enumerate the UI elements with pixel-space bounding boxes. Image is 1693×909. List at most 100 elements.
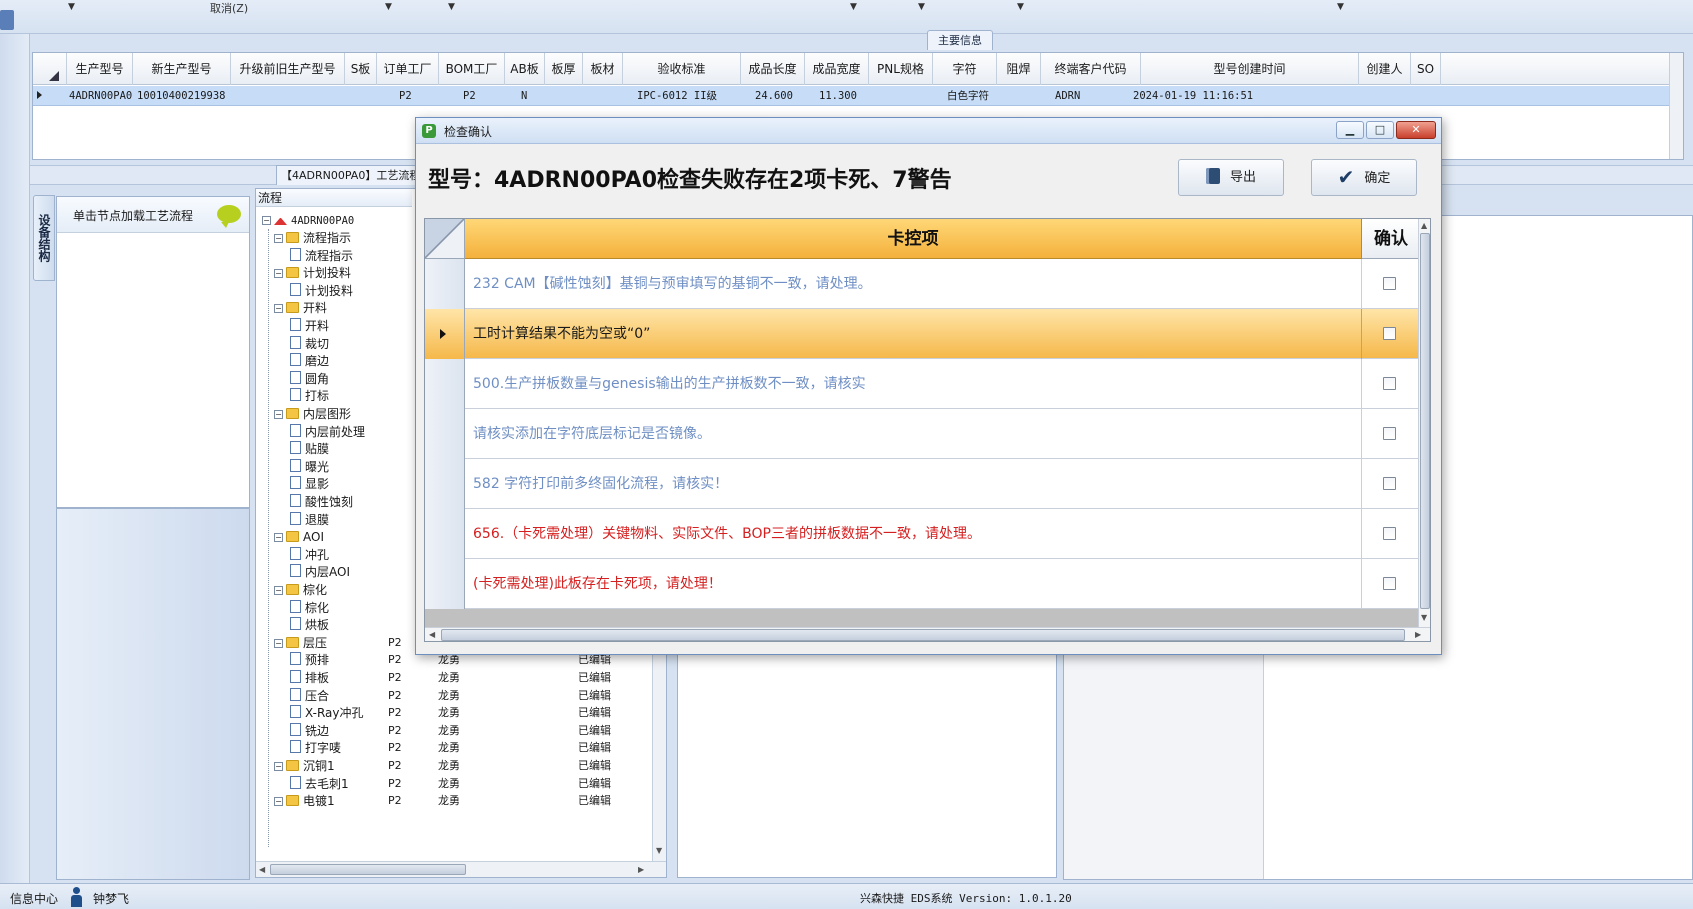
tree-cell-status[interactable]: 已编辑 bbox=[578, 669, 611, 687]
dropdown-arrow-icon[interactable]: ▼ bbox=[1337, 2, 1344, 12]
collapse-icon[interactable]: − bbox=[274, 304, 283, 314]
cell-order-factory[interactable]: P2 bbox=[399, 86, 412, 106]
tree-cell-status[interactable]: 已编辑 bbox=[578, 757, 611, 775]
tree-leaf-node[interactable]: 磨边 bbox=[290, 352, 329, 370]
tree-leaf-node[interactable]: 去毛刺1 bbox=[290, 775, 349, 793]
tree-cell-person[interactable]: 龙勇 bbox=[438, 792, 460, 810]
check-item-row[interactable]: 656.（卡死需处理）关键物料、实际文件、BOP三者的拼板数据不一致，请处理。 bbox=[425, 509, 1418, 559]
tree-cell-person[interactable]: 龙勇 bbox=[438, 757, 460, 775]
table-corner[interactable] bbox=[425, 219, 465, 259]
scroll-up-icon[interactable]: ▲ bbox=[1421, 221, 1427, 230]
tree-cell-factory[interactable]: P2 bbox=[388, 775, 402, 793]
tree-folder-node[interactable]: − 内层图形 bbox=[274, 405, 351, 423]
tree-leaf-node[interactable]: 压合 bbox=[290, 687, 329, 705]
minimize-button[interactable]: ▁ bbox=[1336, 121, 1364, 139]
tree-horizontal-scrollbar[interactable]: ◀ ▶ bbox=[256, 861, 666, 877]
col-header[interactable]: 阻焊 bbox=[997, 53, 1041, 85]
tree-cell-person[interactable]: 龙勇 bbox=[438, 722, 460, 740]
confirm-checkbox[interactable] bbox=[1383, 277, 1396, 290]
tree-cell-status[interactable]: 已编辑 bbox=[578, 775, 611, 793]
confirm-checkbox[interactable] bbox=[1383, 577, 1396, 590]
tab-process-flow[interactable]: 【4ADRN00PA0】工艺流程 bbox=[276, 165, 416, 185]
row-selector[interactable] bbox=[425, 459, 465, 509]
tree-leaf-node[interactable]: 烘板 bbox=[290, 616, 329, 634]
scroll-down-icon[interactable]: ▼ bbox=[656, 846, 662, 855]
scroll-right-icon[interactable]: ▶ bbox=[638, 865, 644, 874]
collapse-icon[interactable]: − bbox=[274, 533, 283, 543]
tab-main-info[interactable]: 主要信息 bbox=[927, 30, 993, 50]
chat-bubble-icon[interactable] bbox=[217, 205, 241, 228]
tree-root[interactable]: −4ADRN00PA0 bbox=[262, 211, 354, 229]
check-item-row[interactable]: 582 字符打印前多终固化流程，请核实！ bbox=[425, 459, 1418, 509]
tree-folder-node[interactable]: − 开料 bbox=[274, 299, 327, 317]
scroll-thumb[interactable] bbox=[441, 629, 1405, 641]
col-header[interactable]: 成品宽度 bbox=[805, 53, 869, 85]
tree-leaf-node[interactable]: 开料 bbox=[290, 317, 329, 335]
tree-cell-factory[interactable]: P2 bbox=[388, 669, 402, 687]
select-all-icon[interactable] bbox=[49, 71, 59, 81]
row-selector[interactable] bbox=[425, 309, 465, 359]
tree-leaf-node[interactable]: 内层AOI bbox=[290, 563, 350, 581]
confirm-checkbox[interactable] bbox=[1383, 477, 1396, 490]
tree-cell-factory[interactable]: P2 bbox=[388, 757, 402, 775]
tree-leaf-node[interactable]: 裁切 bbox=[290, 335, 329, 353]
row-selector[interactable] bbox=[425, 359, 465, 409]
tree-cell-factory[interactable]: P2 bbox=[388, 739, 402, 757]
dropdown-arrow-icon[interactable]: ▼ bbox=[385, 2, 392, 12]
tree-folder-node[interactable]: − 层压 bbox=[274, 634, 327, 652]
col-header[interactable]: 板厚 bbox=[545, 53, 583, 85]
cell-model[interactable]: 4ADRN00PA0 bbox=[69, 86, 132, 106]
tree-leaf-node[interactable]: 贴膜 bbox=[290, 440, 329, 458]
tree-leaf-node[interactable]: 曝光 bbox=[290, 458, 329, 476]
col-header[interactable]: BOM工厂 bbox=[439, 53, 505, 85]
collapse-icon[interactable]: − bbox=[274, 234, 283, 243]
tree-cell-person[interactable]: 龙勇 bbox=[438, 739, 460, 757]
col-header[interactable]: SO bbox=[1411, 53, 1441, 85]
cancel-menu-item[interactable]: 取消(Z) bbox=[210, 0, 248, 16]
tree-cell-factory[interactable]: P2 bbox=[388, 687, 402, 705]
dropdown-arrow-icon[interactable]: ▼ bbox=[68, 2, 75, 12]
tree-cell-person[interactable]: 龙勇 bbox=[438, 687, 460, 705]
grid-corner[interactable] bbox=[33, 53, 67, 85]
tree-folder-node[interactable]: − 电镀1 bbox=[274, 792, 335, 810]
tree-cell-status[interactable]: 已编辑 bbox=[578, 792, 611, 810]
scroll-left-icon[interactable]: ◀ bbox=[259, 865, 265, 874]
col-header[interactable]: 终端客户代码 bbox=[1041, 53, 1141, 85]
collapse-icon[interactable]: − bbox=[274, 762, 283, 771]
tree-leaf-node[interactable]: 打标 bbox=[290, 387, 329, 405]
cell-created[interactable]: 2024-01-19 11:16:51 bbox=[1133, 86, 1253, 106]
tree-leaf-node[interactable]: 计划投料 bbox=[290, 282, 353, 300]
cell-new-model[interactable]: 10010400219938 bbox=[137, 86, 226, 106]
close-button[interactable]: ✕ bbox=[1396, 121, 1436, 139]
scroll-left-icon[interactable]: ◀ bbox=[429, 630, 435, 639]
tree-leaf-node[interactable]: 圆角 bbox=[290, 370, 329, 388]
grid-vertical-scrollbar[interactable] bbox=[1669, 53, 1683, 159]
col-header[interactable]: 创建人 bbox=[1359, 53, 1411, 85]
tree-cell-status[interactable]: 已编辑 bbox=[578, 704, 611, 722]
cell-char[interactable]: 白色字符 bbox=[947, 86, 989, 106]
collapse-icon[interactable]: − bbox=[274, 638, 283, 648]
check-item-row[interactable]: 500.生产拼板数量与genesis输出的生产拼板数不一致，请核实 bbox=[425, 359, 1418, 409]
dropdown-arrow-icon[interactable]: ▼ bbox=[1017, 2, 1024, 12]
col-header[interactable]: S板 bbox=[345, 53, 377, 85]
tree-leaf-node[interactable]: 显影 bbox=[290, 475, 329, 493]
tree-leaf-node[interactable]: 酸性蚀刻 bbox=[290, 493, 353, 511]
row-selector[interactable] bbox=[425, 259, 465, 309]
row-selector[interactable] bbox=[425, 559, 465, 609]
collapse-icon[interactable]: − bbox=[274, 410, 283, 419]
check-item-row[interactable]: 请核实添加在字符底层标记是否镜像。 bbox=[425, 409, 1418, 459]
app-icon[interactable] bbox=[0, 10, 14, 30]
confirm-checkbox[interactable] bbox=[1383, 527, 1396, 540]
col-header[interactable]: 板材 bbox=[583, 53, 623, 85]
cell-width[interactable]: 11.300 bbox=[819, 86, 857, 106]
tree-cell-status[interactable]: 已编辑 bbox=[578, 722, 611, 740]
tree-leaf-node[interactable]: 打字唛 bbox=[290, 739, 341, 757]
col-header-item[interactable]: 卡控项 bbox=[465, 219, 1362, 259]
collapse-icon[interactable]: − bbox=[262, 216, 271, 225]
cell-ab[interactable]: N bbox=[521, 86, 527, 106]
col-header[interactable]: 新生产型号 bbox=[133, 53, 231, 85]
maximize-button[interactable]: □ bbox=[1366, 121, 1394, 139]
scroll-thumb[interactable] bbox=[1420, 233, 1430, 609]
tree-cell-factory[interactable]: P2 bbox=[388, 634, 402, 652]
confirm-button[interactable]: ✔ 确定 bbox=[1311, 159, 1417, 196]
